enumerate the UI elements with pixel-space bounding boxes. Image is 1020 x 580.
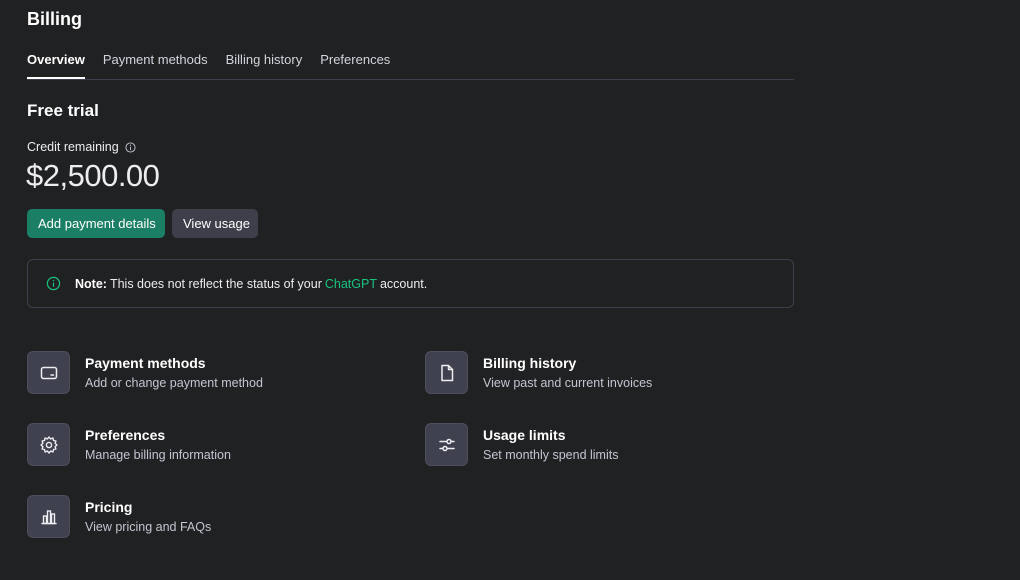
card-title: Preferences <box>85 427 166 443</box>
billing-page: Billing Overview Payment methods Billing… <box>0 0 1020 580</box>
view-usage-button[interactable]: View usage <box>172 209 258 238</box>
tab-overview[interactable]: Overview <box>27 52 85 79</box>
plan-title: Free trial <box>27 101 99 120</box>
chatgpt-link[interactable]: ChatGPT <box>325 277 377 291</box>
note-text-end: account. <box>379 276 428 291</box>
card-tile <box>27 423 70 466</box>
add-payment-details-button[interactable]: Add payment details <box>27 209 165 238</box>
card-tile <box>425 423 468 466</box>
card-tile <box>27 351 70 394</box>
card-title: Payment methods <box>85 355 206 371</box>
document-icon <box>440 364 453 381</box>
note-text: This does not reflect the status of your <box>109 276 322 291</box>
card-title: Pricing <box>85 499 133 515</box>
note-banner: Note: This does not reflect the status o… <box>27 259 794 308</box>
billing-tabs: Overview Payment methods Billing history… <box>27 52 794 80</box>
card-billing-history[interactable]: Billing history View past and current in… <box>425 351 652 394</box>
card-pricing[interactable]: Pricing View pricing and FAQs <box>27 495 211 538</box>
card-description: View pricing and FAQs <box>85 520 212 534</box>
card-description: Manage billing information <box>85 448 231 462</box>
card-payment-methods[interactable]: Payment methods Add or change payment me… <box>27 351 263 394</box>
page-title: Billing <box>27 9 82 29</box>
tab-payment-methods[interactable]: Payment methods <box>103 52 208 79</box>
tab-billing-history[interactable]: Billing history <box>226 52 303 79</box>
card-tile <box>27 495 70 538</box>
card-tile <box>425 351 468 394</box>
bar-chart-icon <box>40 509 57 524</box>
note-label: Note: <box>75 276 107 291</box>
credit-remaining-label: Credit remaining <box>27 140 136 154</box>
card-description: View past and current invoices <box>483 376 653 390</box>
card-description: Set monthly spend limits <box>483 448 619 462</box>
info-circle-icon <box>46 276 61 291</box>
credit-label-text: Credit remaining <box>27 140 119 154</box>
credit-card-icon <box>40 366 57 379</box>
card-preferences[interactable]: Preferences Manage billing information <box>27 423 231 466</box>
credit-amount: $2,500.00 <box>26 158 160 193</box>
card-title: Billing history <box>483 355 577 371</box>
sliders-icon <box>438 438 455 451</box>
card-usage-limits[interactable]: Usage limits Set monthly spend limits <box>425 423 618 466</box>
card-description: Add or change payment method <box>85 376 263 390</box>
card-title: Usage limits <box>483 427 566 443</box>
tab-preferences[interactable]: Preferences <box>320 52 390 79</box>
info-icon[interactable] <box>125 141 136 153</box>
gear-icon <box>39 435 58 454</box>
